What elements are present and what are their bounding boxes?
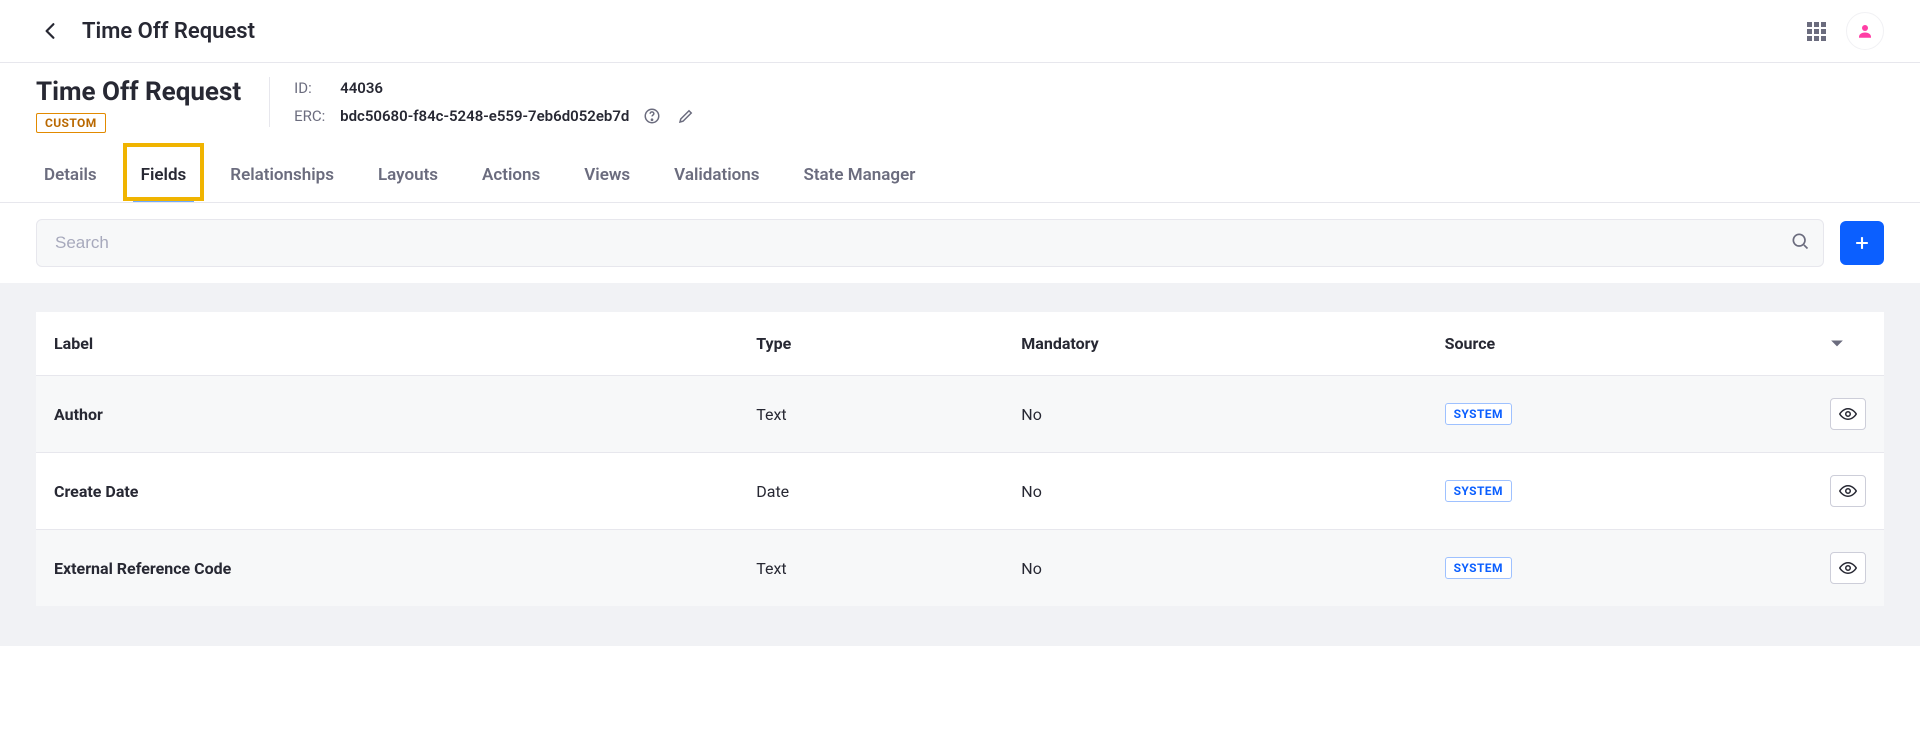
- object-title: Time Off Request: [36, 77, 241, 107]
- tab-actions[interactable]: Actions: [474, 149, 548, 202]
- cell-actions: [1812, 453, 1884, 530]
- id-row: ID: 44036: [294, 79, 697, 97]
- topbar-right: [1807, 12, 1884, 50]
- cell-actions: [1812, 376, 1884, 453]
- custom-badge: CUSTOM: [36, 113, 106, 133]
- header-block: Time Off Request CUSTOM ID: 44036 ERC: b…: [0, 63, 1920, 203]
- col-menu[interactable]: [1812, 312, 1884, 376]
- apps-grid-icon[interactable]: [1807, 22, 1826, 41]
- cell-mandatory: No: [1003, 376, 1426, 453]
- cell-type: Text: [738, 530, 1003, 607]
- col-type[interactable]: Type: [738, 312, 1003, 376]
- erc-label: ERC:: [294, 107, 328, 125]
- cell-label: External Reference Code: [36, 530, 738, 607]
- table-header-row: Label Type Mandatory Source: [36, 312, 1884, 376]
- tabs: Details Fields Relationships Layouts Actions…: [36, 143, 1884, 202]
- col-mandatory[interactable]: Mandatory: [1003, 312, 1426, 376]
- col-label[interactable]: Label: [36, 312, 738, 376]
- topbar-left: Time Off Request: [36, 17, 255, 45]
- add-field-button[interactable]: [1840, 221, 1884, 265]
- content-area: Label Type Mandatory Source AuthorTextNo…: [0, 284, 1920, 646]
- back-button[interactable]: [36, 17, 64, 45]
- user-icon: [1856, 22, 1874, 40]
- search-icon[interactable]: [1790, 231, 1810, 255]
- eye-icon: [1839, 484, 1857, 498]
- source-badge: SYSTEM: [1445, 403, 1512, 425]
- tab-fields[interactable]: Fields: [133, 149, 195, 202]
- eye-icon: [1839, 561, 1857, 575]
- id-label: ID:: [294, 79, 328, 97]
- cell-type: Date: [738, 453, 1003, 530]
- table-row[interactable]: External Reference CodeTextNo SYSTEM: [36, 530, 1884, 607]
- page-title: Time Off Request: [82, 19, 255, 44]
- cell-mandatory: No: [1003, 453, 1426, 530]
- source-badge: SYSTEM: [1445, 557, 1512, 579]
- fields-table: Label Type Mandatory Source AuthorTextNo…: [36, 312, 1884, 606]
- header-left: Time Off Request CUSTOM: [36, 77, 241, 133]
- tab-validations[interactable]: Validations: [666, 149, 767, 202]
- header-meta: ID: 44036 ERC: bdc50680-f84c-5248-e559-7…: [269, 77, 697, 127]
- search-input[interactable]: [36, 219, 1824, 267]
- tab-relationships[interactable]: Relationships: [222, 149, 342, 202]
- cell-mandatory: No: [1003, 530, 1426, 607]
- cell-actions: [1812, 530, 1884, 607]
- tab-state-manager[interactable]: State Manager: [795, 149, 923, 202]
- caret-down-icon: [1830, 339, 1844, 349]
- fields-toolbar: [0, 203, 1920, 284]
- cell-type: Text: [738, 376, 1003, 453]
- view-button[interactable]: [1830, 475, 1866, 507]
- cell-source: SYSTEM: [1427, 376, 1812, 453]
- help-icon[interactable]: [641, 105, 663, 127]
- search-wrap: [36, 219, 1824, 267]
- cell-source: SYSTEM: [1427, 530, 1812, 607]
- tab-views[interactable]: Views: [576, 149, 638, 202]
- erc-value: bdc50680-f84c-5248-e559-7eb6d052eb7d: [340, 107, 629, 125]
- cell-label: Create Date: [36, 453, 738, 530]
- cell-source: SYSTEM: [1427, 453, 1812, 530]
- source-badge: SYSTEM: [1445, 480, 1512, 502]
- chevron-left-icon: [43, 22, 57, 40]
- view-button[interactable]: [1830, 552, 1866, 584]
- tab-details[interactable]: Details: [36, 149, 105, 202]
- tab-layouts[interactable]: Layouts: [370, 149, 446, 202]
- id-value: 44036: [340, 79, 383, 97]
- plus-icon: [1852, 233, 1872, 253]
- topbar: Time Off Request: [0, 0, 1920, 63]
- header-main: Time Off Request CUSTOM ID: 44036 ERC: b…: [36, 77, 1884, 133]
- col-source[interactable]: Source: [1427, 312, 1812, 376]
- erc-row: ERC: bdc50680-f84c-5248-e559-7eb6d052eb7…: [294, 105, 697, 127]
- eye-icon: [1839, 407, 1857, 421]
- user-avatar[interactable]: [1846, 12, 1884, 50]
- table-row[interactable]: Create DateDateNo SYSTEM: [36, 453, 1884, 530]
- table-row[interactable]: AuthorTextNo SYSTEM: [36, 376, 1884, 453]
- cell-label: Author: [36, 376, 738, 453]
- edit-icon[interactable]: [675, 105, 697, 127]
- view-button[interactable]: [1830, 398, 1866, 430]
